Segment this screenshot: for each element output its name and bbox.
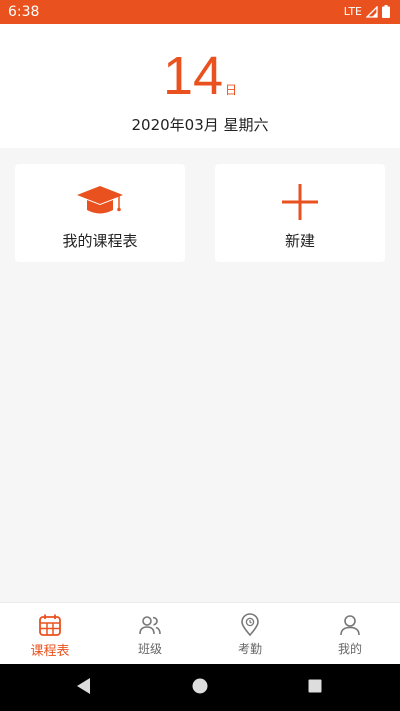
- home-icon[interactable]: [191, 676, 209, 696]
- location-pin-icon: [241, 613, 259, 637]
- tab-attendance[interactable]: 考勤: [200, 603, 300, 665]
- back-icon[interactable]: [74, 676, 92, 696]
- network-type: LTE: [343, 5, 362, 18]
- new-label: 新建: [284, 232, 315, 250]
- day-suffix: 日: [225, 83, 238, 97]
- tab-schedule[interactable]: 课程表: [0, 603, 100, 665]
- status-time: 6:38: [8, 4, 40, 20]
- my-schedule-label: 我的课程表: [62, 232, 138, 250]
- bottom-nav: 课程表 班级 考勤 我的: [0, 602, 400, 665]
- graduation-cap-icon: [77, 186, 123, 214]
- calendar-icon: [39, 614, 61, 636]
- system-nav-bar: [0, 664, 400, 711]
- signal-icon: [366, 5, 378, 18]
- tab-mine[interactable]: 我的: [300, 603, 400, 665]
- person-icon: [340, 615, 360, 636]
- tab-schedule-label: 课程表: [30, 644, 70, 659]
- date-panel: 14 日 2020年03月 星期六: [0, 24, 400, 148]
- status-bar: 6:38 LTE: [0, 0, 400, 24]
- battery-icon: [382, 5, 390, 18]
- status-indicators: LTE: [344, 5, 390, 18]
- plus-icon: [282, 184, 318, 220]
- day-number: 14: [162, 46, 224, 106]
- tab-attendance-label: 考勤: [237, 642, 262, 656]
- tab-class[interactable]: 班级: [100, 603, 200, 665]
- day-display: 14 日: [0, 46, 400, 106]
- full-date: 2020年03月 星期六: [131, 116, 269, 134]
- recents-icon[interactable]: [307, 676, 323, 696]
- tab-mine-label: 我的: [337, 642, 362, 656]
- new-card[interactable]: 新建: [215, 164, 385, 262]
- my-schedule-card[interactable]: 我的课程表: [15, 164, 185, 262]
- people-icon: [139, 616, 161, 635]
- tab-class-label: 班级: [137, 642, 162, 656]
